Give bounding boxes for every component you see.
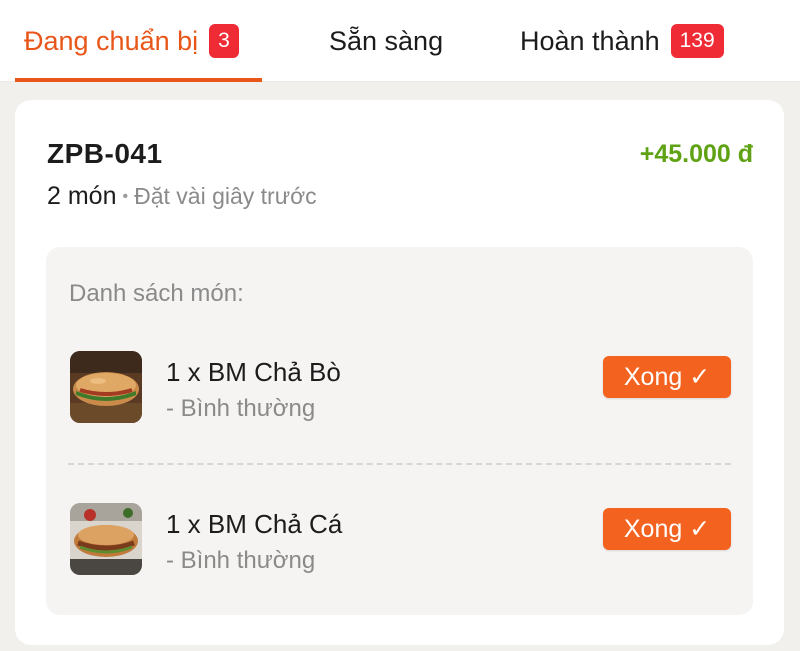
tab-preparing-badge: 3: [209, 24, 239, 58]
order-card[interactable]: ZPB-041 +45.000 đ 2 món • Đặt vài giây trư…: [15, 100, 784, 645]
list-item: 1 x BM Chả Cá - Bình thường Xong ✓: [46, 503, 753, 583]
list-item: 1 x BM Chả Bò - Bình thường Xong ✓: [46, 351, 753, 431]
tab-completed[interactable]: Hoàn thành 139: [520, 0, 724, 82]
order-id: ZPB-041: [47, 138, 163, 169]
item-list-title: Danh sách món:: [69, 280, 244, 307]
tab-ready-label: Sẵn sàng: [329, 25, 444, 56]
order-total: +45.000 đ: [639, 140, 753, 168]
item-divider: [68, 463, 731, 465]
item-name: 1 x BM Chả Bò: [166, 357, 341, 387]
item-note: - Bình thường: [166, 547, 316, 574]
tab-preparing-label: Đang chuẩn bị: [24, 25, 199, 56]
tab-preparing[interactable]: Đang chuẩn bị 3: [24, 0, 239, 82]
done-button[interactable]: Xong ✓: [603, 508, 731, 550]
banh-mi-cha-ca-image: [70, 503, 142, 575]
banh-mi-cha-bo-image: [70, 351, 142, 423]
tab-completed-label: Hoàn thành: [520, 25, 660, 56]
item-list: Danh sách món: 1 x BM Chả Bò - Bình thườ…: [46, 247, 753, 615]
active-tab-indicator: [15, 78, 262, 82]
order-time: Đặt vài giây trước: [134, 183, 317, 209]
item-name: 1 x BM Chả Cá: [166, 509, 343, 539]
item-note: - Bình thường: [166, 395, 316, 422]
tab-ready[interactable]: Sẵn sàng: [329, 0, 443, 82]
tab-bar: Đang chuẩn bị 3 Sẵn sàng Hoàn thành 139: [0, 0, 800, 82]
done-button[interactable]: Xong ✓: [603, 356, 731, 398]
meta-separator: •: [122, 188, 129, 205]
tab-completed-badge: 139: [670, 24, 724, 58]
order-item-count: 2 món: [47, 182, 117, 210]
order-meta: 2 món • Đặt vài giây trước: [47, 182, 317, 211]
